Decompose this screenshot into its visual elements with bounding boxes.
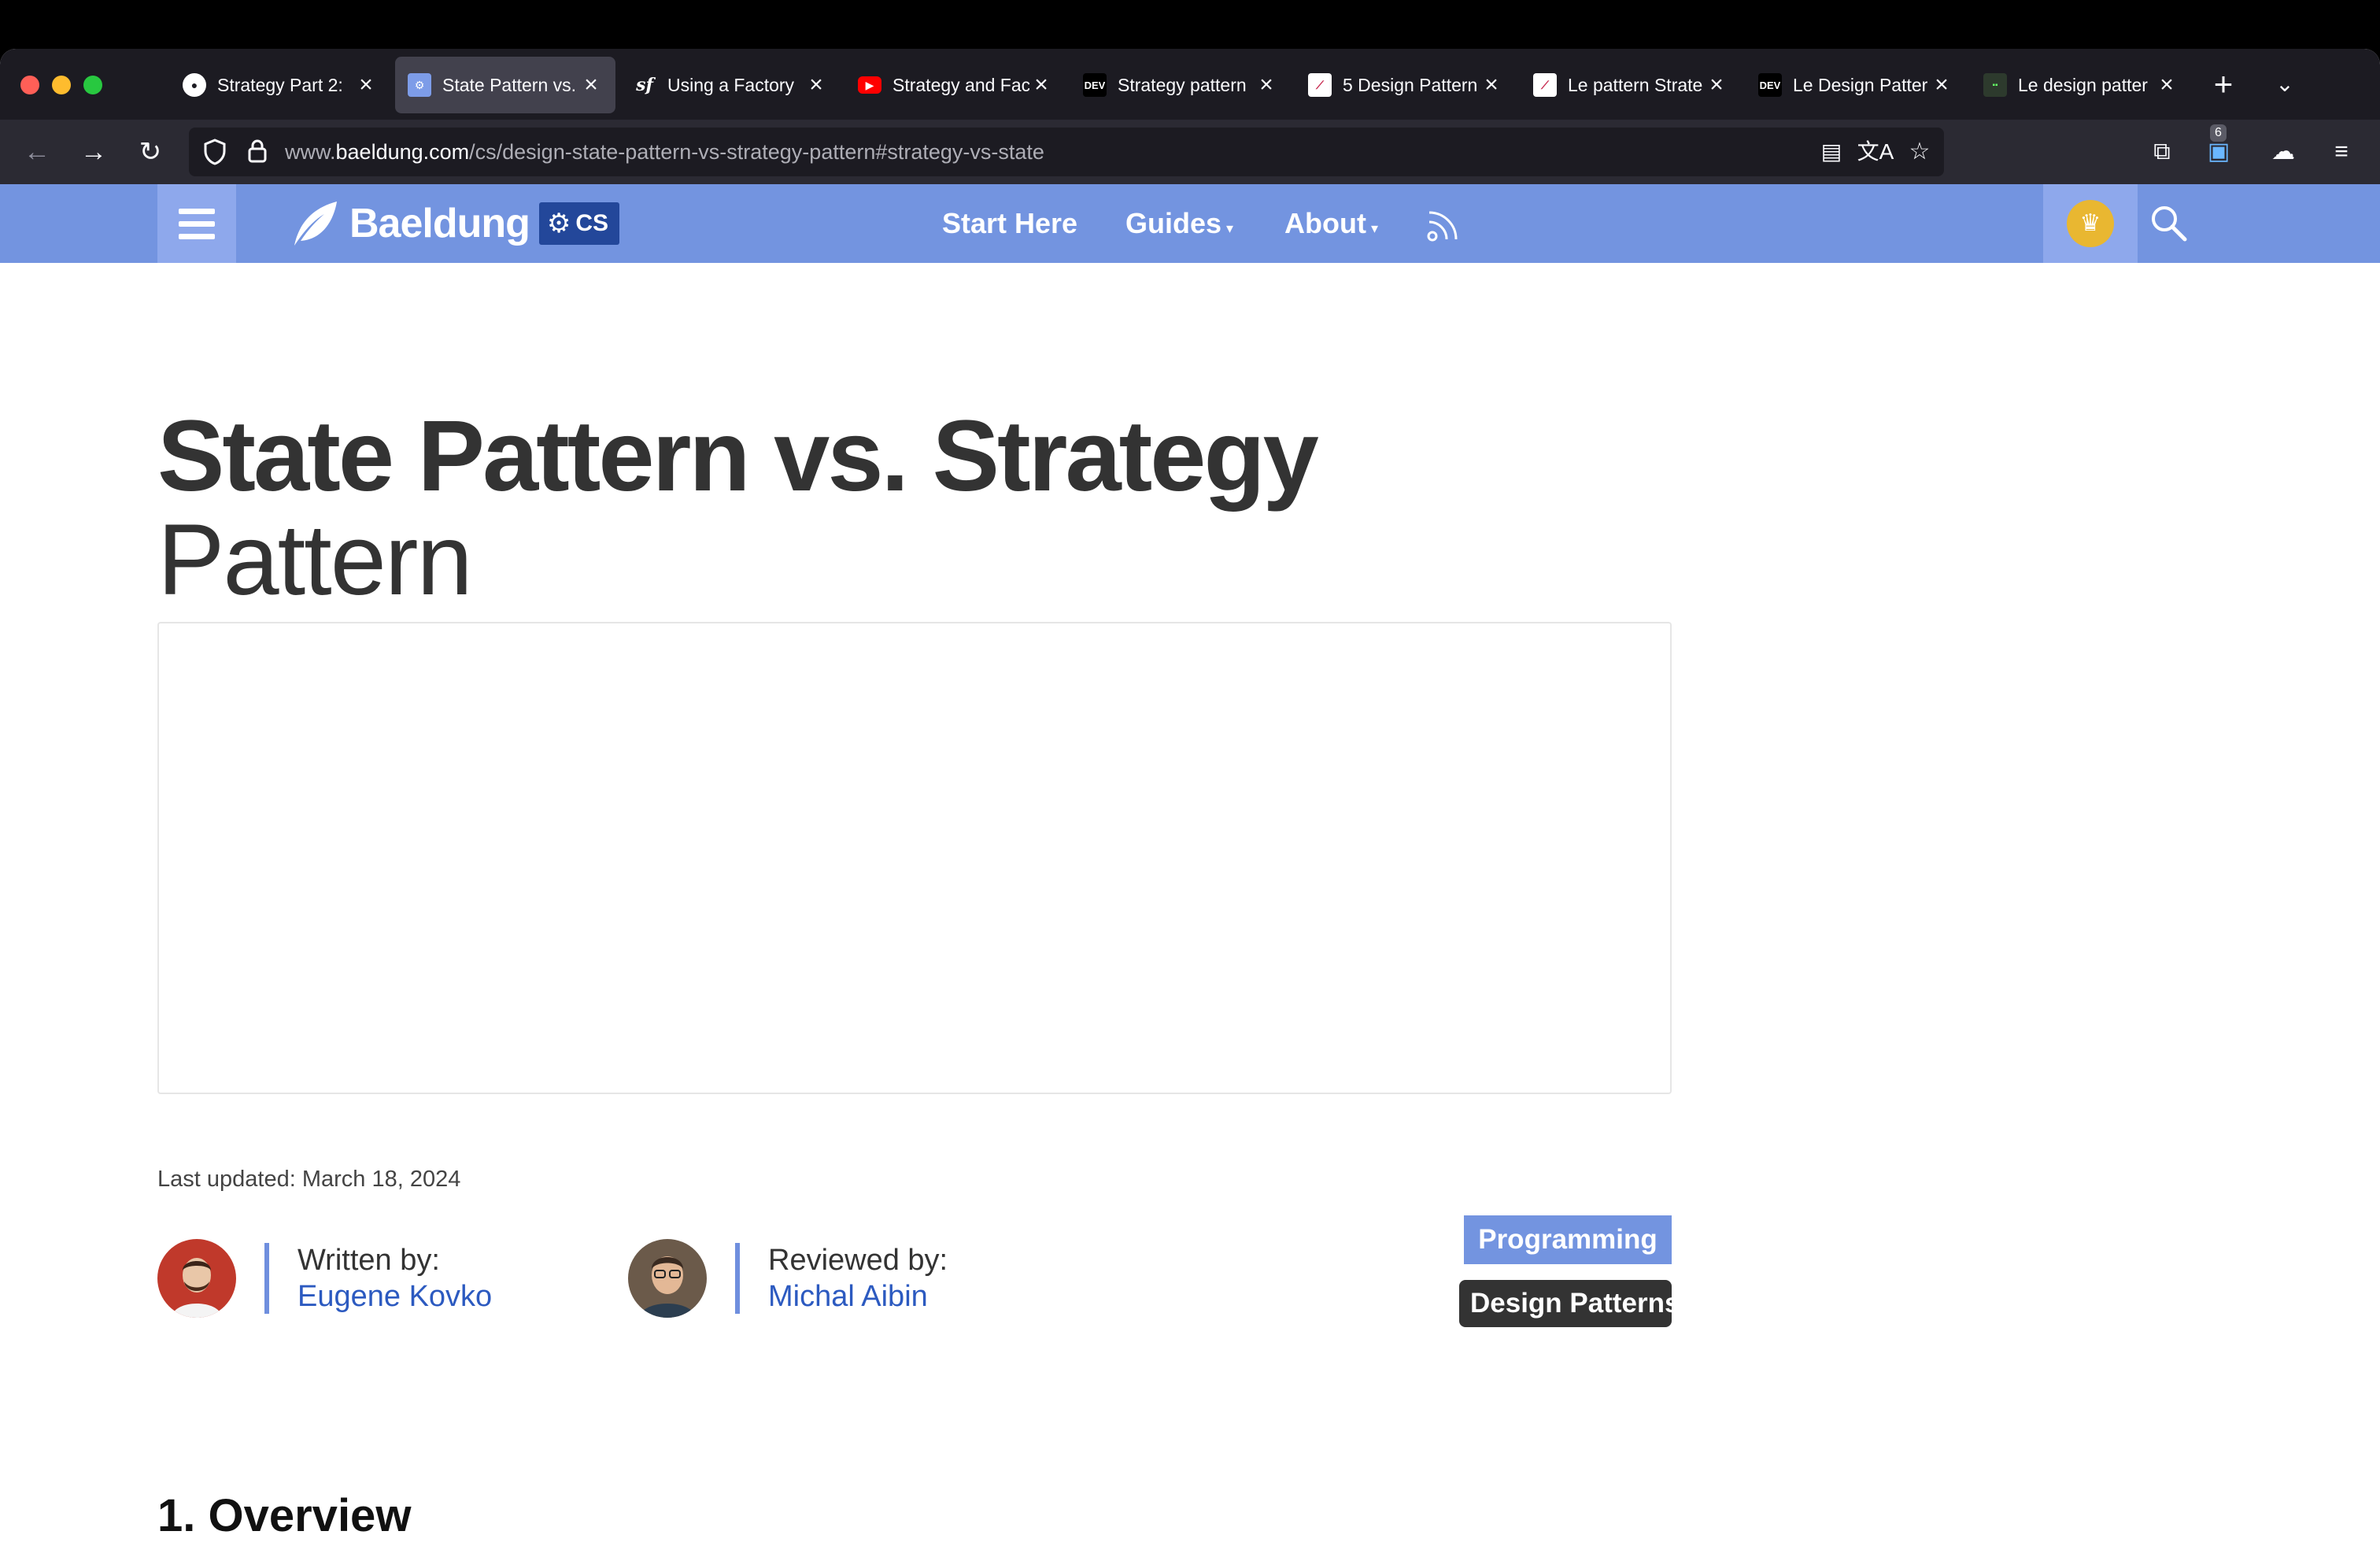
site-menu-button[interactable] bbox=[157, 184, 236, 263]
nav-guides[interactable]: Guides ▾ bbox=[1125, 184, 1233, 268]
close-tab-icon[interactable]: × bbox=[2155, 73, 2179, 97]
symfony-icon: sf bbox=[636, 75, 653, 95]
close-tab-icon[interactable]: × bbox=[1029, 73, 1053, 97]
browser-tab[interactable]: ▪▪ Le design patter × bbox=[1971, 57, 2191, 113]
address-bar[interactable]: www.baeldung.com/cs/design-state-pattern… bbox=[189, 128, 1944, 176]
new-tab-button[interactable]: + bbox=[2204, 65, 2243, 104]
tab-title: Strategy and Fac bbox=[893, 74, 1029, 95]
author-label: Written by: bbox=[298, 1244, 440, 1277]
tab-title: Strategy pattern bbox=[1118, 74, 1247, 95]
tab-title: Strategy Part 2: bbox=[217, 74, 343, 95]
cloud-icon[interactable]: ☁ bbox=[2264, 132, 2303, 172]
reviewer-block: Reviewed by: Michal Aibin bbox=[628, 1239, 948, 1318]
crown-icon: ♛ bbox=[2067, 200, 2114, 247]
browser-tab[interactable]: ⟋ Le pattern Strate × bbox=[1521, 57, 1741, 113]
forward-arrow-icon[interactable]: → bbox=[74, 132, 113, 172]
ad-placeholder bbox=[157, 622, 1672, 1094]
bookmark-star-icon[interactable]: ☆ bbox=[1900, 132, 1939, 172]
tab-title: Le pattern Strate bbox=[1568, 74, 1703, 95]
reviewer-name-link[interactable]: Michal Aibin bbox=[768, 1278, 948, 1315]
extension-badge: 6 bbox=[2210, 124, 2227, 142]
terminal-icon: ▪▪ bbox=[1983, 73, 2007, 97]
menu-line bbox=[179, 208, 215, 214]
reviewer-avatar[interactable] bbox=[628, 1239, 707, 1318]
extensions-puzzle-icon[interactable]: ⧉ bbox=[2142, 132, 2182, 172]
zoom-window-button[interactable] bbox=[83, 76, 102, 94]
back-arrow-icon[interactable]: ← bbox=[17, 132, 57, 172]
dev-icon: DEV bbox=[1083, 73, 1107, 97]
close-tab-icon[interactable]: × bbox=[579, 73, 603, 97]
leaf-icon: ⟋ bbox=[1533, 73, 1557, 97]
author-block: Written by: Eugene Kovko bbox=[157, 1239, 492, 1318]
author-avatar[interactable] bbox=[157, 1239, 236, 1318]
leaf-icon: ⟋ bbox=[1308, 73, 1332, 97]
browser-tab[interactable]: sf Using a Factory × bbox=[620, 57, 841, 113]
lock-icon[interactable] bbox=[238, 132, 277, 172]
rss-feed-icon[interactable] bbox=[1425, 203, 1465, 244]
reviewer-label: Reviewed by: bbox=[768, 1244, 948, 1277]
browser-tab[interactable]: DEV Strategy pattern × bbox=[1070, 57, 1291, 113]
browser-tab-active[interactable]: ⚙ State Pattern vs. × bbox=[395, 57, 615, 113]
premium-button[interactable]: ♛ bbox=[2043, 184, 2138, 263]
author-divider bbox=[264, 1243, 269, 1314]
article-title-continuation: Pattern bbox=[157, 504, 473, 616]
close-tab-icon[interactable]: × bbox=[804, 73, 828, 97]
github-icon: ● bbox=[183, 73, 206, 97]
article-title: State Pattern vs. Strategy bbox=[157, 400, 1319, 512]
navigation-toolbar: ← → ↻ www.baeldung.com/cs/design-state-p… bbox=[0, 120, 2380, 184]
youtube-icon: ▶ bbox=[858, 76, 881, 94]
minimize-window-button[interactable] bbox=[52, 76, 71, 94]
reader-view-icon[interactable]: ▤ bbox=[1812, 132, 1851, 172]
tab-title: Le design patter bbox=[2018, 74, 2148, 95]
close-tab-icon[interactable]: × bbox=[354, 73, 378, 97]
tab-list-chevron-icon[interactable]: ⌄ bbox=[2265, 65, 2304, 104]
tracking-shield-icon[interactable] bbox=[195, 132, 235, 172]
leaf-logo-icon bbox=[294, 202, 337, 246]
tab-strip: ● Strategy Part 2: × ⚙ State Pattern vs.… bbox=[0, 49, 2380, 120]
logo-cs-badge: ⚙ CS bbox=[538, 202, 620, 245]
baeldung-icon: ⚙ bbox=[408, 73, 431, 97]
menu-line bbox=[179, 233, 215, 239]
site-header: Baeldung ⚙ CS Start Here Guides ▾ About ▾ ♛ bbox=[0, 184, 2380, 263]
url-text[interactable]: www.baeldung.com/cs/design-state-pattern… bbox=[285, 128, 1044, 176]
caret-down-icon: ▾ bbox=[1370, 220, 1379, 236]
last-updated: Last updated: March 18, 2024 bbox=[157, 1167, 461, 1192]
search-icon[interactable] bbox=[2145, 200, 2193, 247]
logo-text: Baeldung bbox=[349, 201, 530, 246]
author-name-link[interactable]: Eugene Kovko bbox=[298, 1278, 492, 1315]
reviewer-divider bbox=[735, 1243, 740, 1314]
browser-tab[interactable]: ⟋ 5 Design Pattern × bbox=[1295, 57, 1516, 113]
browser-window: ● Strategy Part 2: × ⚙ State Pattern vs.… bbox=[0, 49, 2380, 1546]
tab-title: State Pattern vs. bbox=[442, 74, 577, 95]
close-tab-icon[interactable]: × bbox=[1930, 73, 1953, 97]
browser-tab[interactable]: DEV Le Design Patter × bbox=[1746, 57, 1966, 113]
caret-down-icon: ▾ bbox=[1226, 220, 1234, 236]
tag-design-patterns[interactable]: Design Patterns bbox=[1459, 1280, 1680, 1327]
tag-programming[interactable]: Programming bbox=[1464, 1215, 1672, 1264]
tab-title: Le Design Patter bbox=[1793, 74, 1928, 95]
translate-icon[interactable]: 文A bbox=[1856, 132, 1895, 172]
browser-tab[interactable]: ● Strategy Part 2: × bbox=[170, 57, 390, 113]
tab-title: 5 Design Pattern bbox=[1343, 74, 1478, 95]
tab-title: Using a Factory bbox=[667, 74, 795, 95]
site-logo[interactable]: Baeldung ⚙ CS bbox=[290, 198, 620, 249]
nav-start-here[interactable]: Start Here bbox=[942, 184, 1077, 263]
reload-icon[interactable]: ↻ bbox=[131, 132, 170, 172]
hamburger-menu-icon[interactable]: ≡ bbox=[2322, 132, 2361, 172]
close-tab-icon[interactable]: × bbox=[1255, 73, 1278, 97]
close-tab-icon[interactable]: × bbox=[1480, 73, 1503, 97]
section-heading-overview: 1. Overview bbox=[157, 1490, 412, 1541]
dev-icon: DEV bbox=[1758, 73, 1782, 97]
browser-tab[interactable]: ▶ Strategy and Fac × bbox=[845, 57, 1066, 113]
menu-line bbox=[179, 220, 215, 227]
close-window-button[interactable] bbox=[20, 76, 39, 94]
close-tab-icon[interactable]: × bbox=[1705, 73, 1728, 97]
nav-about[interactable]: About ▾ bbox=[1284, 184, 1378, 268]
gear-icon: ⚙ bbox=[546, 209, 571, 239]
